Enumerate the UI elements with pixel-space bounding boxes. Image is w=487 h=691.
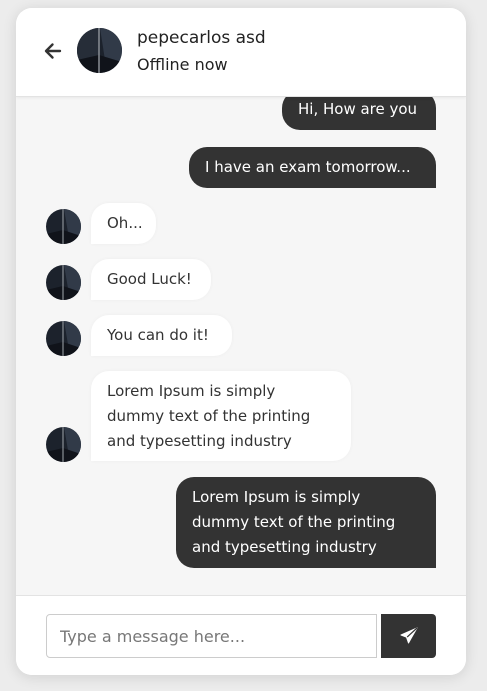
incoming-message: Oh...	[91, 203, 156, 244]
incoming-message: You can do it!	[91, 315, 232, 356]
message-text: You can do it!	[107, 326, 209, 344]
avatar	[46, 427, 81, 462]
message-line: dummy text of the printing	[192, 513, 396, 531]
message-text: Oh...	[107, 214, 143, 232]
avatar	[46, 265, 81, 300]
message-line: and typesetting industry	[107, 432, 292, 450]
outgoing-message: Hi, How are you	[282, 96, 436, 130]
avatar	[77, 28, 122, 73]
back-button[interactable]	[42, 40, 64, 62]
chat-header: pepecarlos asd Offline now	[16, 8, 466, 97]
message-line: Lorem Ipsum is simply	[192, 488, 361, 506]
message-composer	[16, 595, 466, 675]
message-text: I have an exam tomorrow...	[205, 158, 411, 176]
avatar	[46, 321, 81, 356]
message-text: Hi, How are you	[298, 100, 418, 118]
outgoing-message: I have an exam tomorrow...	[189, 147, 436, 188]
incoming-message: Good Luck!	[91, 259, 211, 300]
chat-window: pepecarlos asd Offline now Hi, How are y…	[16, 8, 466, 675]
contact-status: Offline now	[137, 55, 228, 74]
incoming-message: Lorem Ipsum is simply dummy text of the …	[91, 371, 351, 461]
paper-plane-icon	[400, 627, 417, 644]
avatar	[46, 209, 81, 244]
message-line: dummy text of the printing	[107, 407, 311, 425]
arrow-left-icon	[44, 43, 62, 59]
message-list[interactable]: Hi, How are you I have an exam tomorrow.…	[16, 96, 466, 595]
outgoing-message: Lorem Ipsum is simply dummy text of the …	[176, 477, 436, 568]
message-line: and typesetting industry	[192, 538, 377, 556]
contact-name: pepecarlos asd	[137, 28, 266, 48]
message-line: Lorem Ipsum is simply	[107, 382, 276, 400]
message-input[interactable]	[46, 614, 377, 658]
message-text: Good Luck!	[107, 270, 192, 288]
send-button[interactable]	[381, 614, 436, 658]
